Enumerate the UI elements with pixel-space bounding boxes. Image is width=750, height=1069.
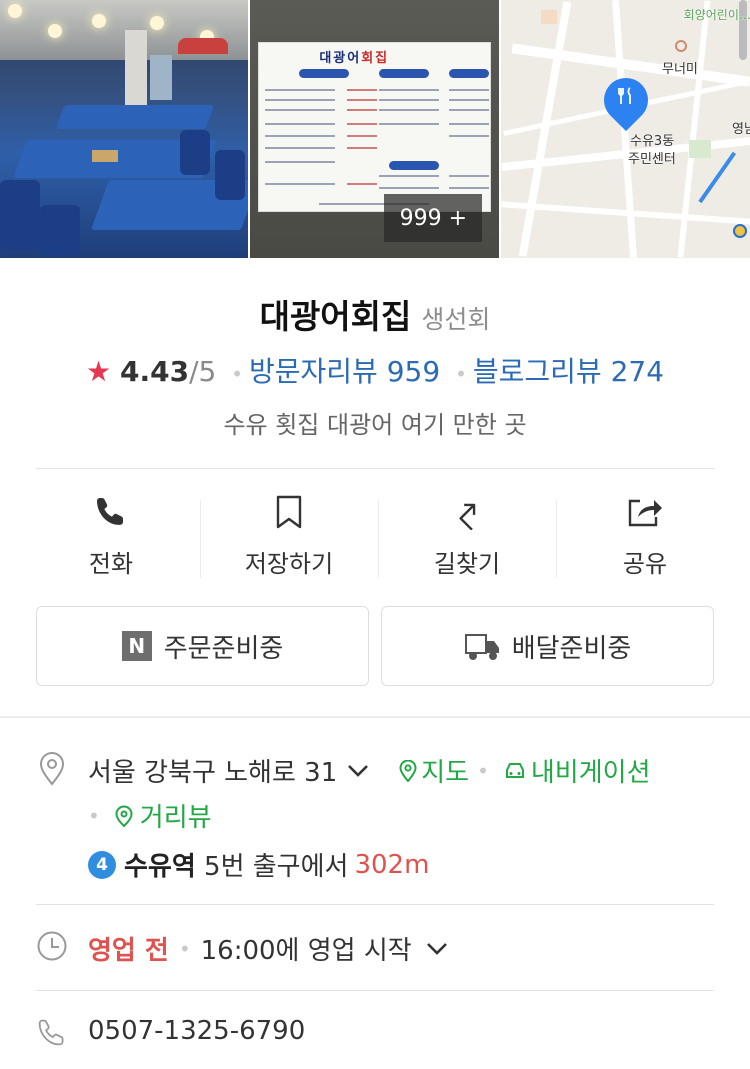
directions-label: 길찾기 <box>433 550 501 578</box>
distance: 302m <box>354 849 430 880</box>
street-view-link[interactable]: 거리뷰 <box>112 797 212 834</box>
station-name: 수유역 <box>124 852 196 882</box>
address-text: 서울 강북구 노해로 31 <box>88 758 338 788</box>
map-label: 수유3동 <box>630 134 675 149</box>
order-label: 주문준비중 <box>163 633 284 664</box>
naver-order-icon: N <box>121 631 152 661</box>
place-header: 대광어회집 생선회 <box>0 290 750 338</box>
business-status: 영업 전 <box>88 936 169 966</box>
map-link-label: 지도 <box>421 758 470 788</box>
chevron-down-icon[interactable] <box>426 942 448 956</box>
bookmark-icon <box>200 490 378 534</box>
map-label: 회양어린이… <box>683 8 750 22</box>
restaurant-icon <box>614 86 638 110</box>
restaurant-interior-photo[interactable] <box>0 0 249 258</box>
place-name: 대광어회집 <box>259 297 412 336</box>
share-label: 공유 <box>622 550 668 578</box>
call-button[interactable]: 전화 <box>22 490 200 590</box>
menu-board-photo[interactable]: 대광어회집 999 + <box>250 0 499 258</box>
share-button[interactable]: 공유 <box>556 490 734 590</box>
rating-row: ★ 4.43/5 • 방문자리뷰 959 • 블로그리뷰 274 <box>85 355 665 388</box>
photo-count-badge[interactable]: 999 + <box>384 194 483 242</box>
place-tagline: 수유 횟집 대광어 여기 만한 곳 <box>223 411 527 439</box>
map-label: 주민센터 <box>628 152 676 167</box>
subway-row: 4 수유역 5번 출구에서 302m <box>88 846 429 883</box>
place-marker-icon <box>675 40 687 52</box>
address-row: 서울 강북구 노해로 31 지도 • 내비게이션 <box>88 752 651 789</box>
directions-button[interactable]: 길찾기 <box>378 490 556 590</box>
delivery-label: 배달준비중 <box>511 633 632 664</box>
phone-icon <box>36 1017 68 1049</box>
directions-icon <box>378 490 556 534</box>
visitor-review-link[interactable]: 방문자리뷰 959 <box>249 355 440 388</box>
action-bar: 전화 저장하기 길찾기 공유 <box>22 490 734 590</box>
hours-row[interactable]: 영업 전 • 16:00에 영업 시작 <box>88 930 448 967</box>
street-view-label: 거리뷰 <box>139 803 212 833</box>
subway-line-badge: 4 <box>88 850 116 879</box>
business-hours: 16:00에 영업 시작 <box>200 936 412 966</box>
order-button[interactable]: N 주문준비중 <box>36 606 369 686</box>
subway-station-icon <box>733 224 747 238</box>
clock-icon <box>36 930 68 962</box>
menu-board: 대광어회집 <box>258 42 492 212</box>
navigation-link[interactable]: 내비게이션 <box>503 752 651 789</box>
share-icon <box>556 490 734 534</box>
phone-number[interactable]: 0507-1325-6790 <box>88 1016 305 1046</box>
save-label: 저장하기 <box>244 550 334 578</box>
rating-value: 4.43 <box>119 355 190 388</box>
map-label: 무너미 <box>662 62 698 77</box>
delivery-button[interactable]: 배달준비중 <box>381 606 714 686</box>
place-category: 생선회 <box>421 305 491 334</box>
map-label: 영남 <box>732 122 750 137</box>
save-button[interactable]: 저장하기 <box>200 490 378 590</box>
map-link[interactable]: 지도 <box>399 752 469 789</box>
rating-max: /5 <box>189 355 217 388</box>
navigation-link-label: 내비게이션 <box>530 758 651 788</box>
phone-icon <box>22 490 200 534</box>
blog-review-link[interactable]: 블로그리뷰 274 <box>473 355 664 388</box>
exit-text: 5번 출구에서 <box>204 852 349 882</box>
photo-strip[interactable]: 대광어회집 999 + 회양어린이… 무너미 수유3동 주민센터 영남 <box>0 0 750 258</box>
star-icon: ★ <box>85 355 112 388</box>
location-pin-icon <box>36 752 68 786</box>
delivery-truck-icon <box>464 629 502 663</box>
chevron-down-icon[interactable] <box>347 764 369 778</box>
call-label: 전화 <box>88 550 134 578</box>
address-row-2: • 거리뷰 <box>88 797 212 834</box>
